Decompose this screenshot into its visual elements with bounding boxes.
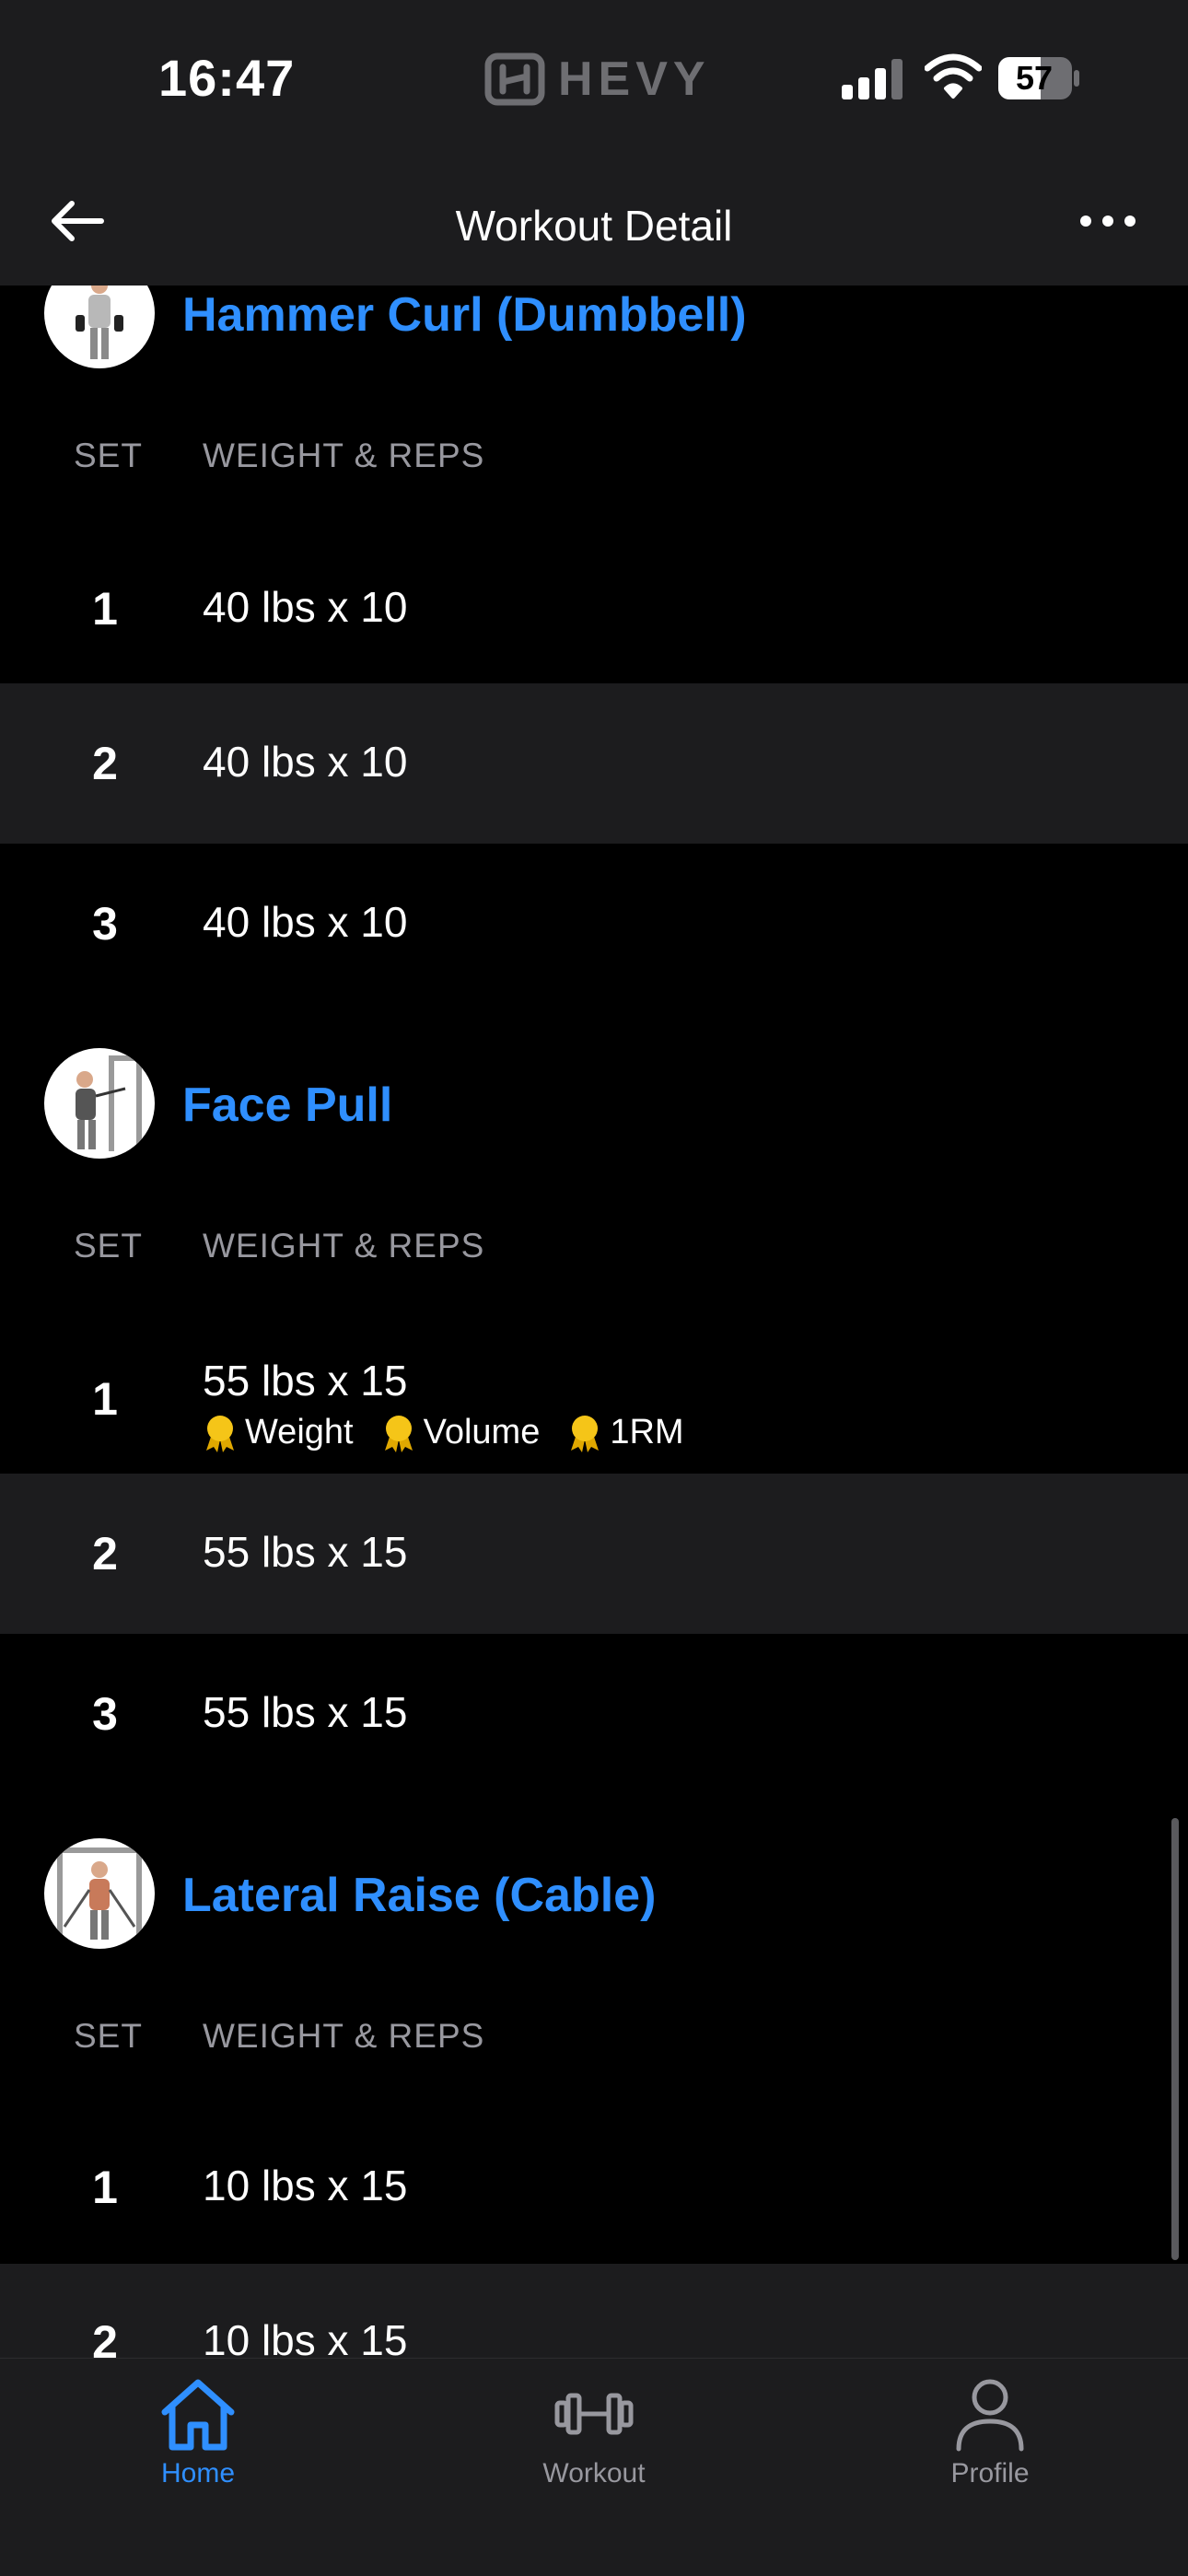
set-weight-reps: 10 lbs x 15 bbox=[203, 2162, 408, 2209]
set-weight-reps: 55 lbs x 15 bbox=[203, 1528, 408, 1576]
exercise-header[interactable]: Hammer Curl (Dumbbell) bbox=[44, 286, 1149, 368]
set-weight-reps: 40 lbs x 10 bbox=[203, 898, 408, 946]
exercise-thumbnail bbox=[44, 1838, 155, 1949]
set-row: 3 55 lbs x 15 bbox=[0, 1634, 1188, 1794]
person-icon bbox=[956, 2379, 1024, 2452]
brand-logo: HEVY bbox=[484, 52, 711, 107]
face-pull-illustration-icon bbox=[76, 1055, 142, 1151]
medal-icon bbox=[384, 1415, 413, 1452]
brand-name: HEVY bbox=[558, 52, 711, 106]
set-weight-reps: 55 lbs x 15 bbox=[203, 1357, 408, 1405]
exercise-name[interactable]: Hammer Curl (Dumbbell) bbox=[182, 287, 747, 343]
scrollbar[interactable] bbox=[1171, 1818, 1179, 2260]
set-row: 3 40 lbs x 10 bbox=[0, 844, 1188, 1004]
exercise-header[interactable]: Face Pull bbox=[44, 1048, 1149, 1159]
exercise-header[interactable]: Lateral Raise (Cable) bbox=[44, 1838, 1149, 1949]
set-column-label: SET bbox=[74, 437, 143, 474]
set-number: 1 bbox=[92, 2162, 118, 2213]
tab-label: Profile bbox=[950, 2458, 1030, 2489]
set-weight-reps: 40 lbs x 10 bbox=[203, 583, 408, 631]
medal-icon bbox=[206, 1415, 234, 1452]
dumbbell-icon bbox=[554, 2393, 634, 2435]
medal-icon bbox=[571, 1415, 600, 1452]
workout-detail-list[interactable]: Hammer Curl (Dumbbell) SET WEIGHT & REPS… bbox=[0, 286, 1188, 2358]
column-headers: SET WEIGHT & REPS bbox=[0, 437, 1188, 492]
tab-workout[interactable]: Workout bbox=[479, 2375, 709, 2513]
status-bar: 16:47 HEVY 57 bbox=[0, 0, 1188, 158]
set-weight-reps: 40 lbs x 10 bbox=[203, 738, 408, 786]
set-weight-reps: 10 lbs x 15 bbox=[203, 2316, 408, 2358]
more-horizontal-icon bbox=[1080, 216, 1136, 227]
set-number: 1 bbox=[92, 583, 118, 635]
wifi-icon bbox=[925, 53, 982, 99]
set-weight-reps: 55 lbs x 15 bbox=[203, 1688, 408, 1736]
set-row: 2 10 lbs x 15 bbox=[0, 2264, 1188, 2358]
hevy-logo-icon bbox=[484, 52, 545, 106]
set-column-label: SET bbox=[74, 2017, 143, 2055]
pr-label: Weight bbox=[245, 1413, 354, 1451]
battery-indicator: 57 bbox=[996, 55, 1081, 101]
status-time: 16:47 bbox=[158, 49, 296, 107]
set-row: 2 40 lbs x 10 bbox=[0, 683, 1188, 844]
column-headers: SET WEIGHT & REPS bbox=[0, 1227, 1188, 1282]
set-number: 2 bbox=[92, 738, 118, 789]
tab-profile[interactable]: Profile bbox=[875, 2375, 1105, 2513]
pr-label: Volume bbox=[423, 1413, 541, 1451]
personal-records: Weight Volume 1RM bbox=[203, 1413, 684, 1452]
tab-label: Workout bbox=[542, 2458, 646, 2489]
nav-header: Workout Detail bbox=[0, 158, 1188, 286]
weight-reps-column-label: WEIGHT & REPS bbox=[203, 437, 485, 474]
lateral-raise-illustration-icon bbox=[57, 1847, 142, 1940]
hammer-curl-illustration-icon bbox=[76, 286, 123, 359]
exercise-thumbnail bbox=[44, 286, 155, 368]
more-options-button[interactable] bbox=[1076, 195, 1140, 247]
exercise-thumbnail bbox=[44, 1048, 155, 1159]
set-column-label: SET bbox=[74, 1227, 143, 1265]
pr-badge: 1RM bbox=[567, 1413, 684, 1452]
battery-percent: 57 bbox=[1015, 59, 1054, 97]
set-number: 3 bbox=[92, 898, 118, 950]
set-number: 2 bbox=[92, 2316, 118, 2358]
set-row: 1 55 lbs x 15 Weight Volume 1RM bbox=[0, 1315, 1188, 1475]
home-icon bbox=[161, 2379, 235, 2451]
set-row: 1 10 lbs x 15 bbox=[0, 2105, 1188, 2266]
tab-home[interactable]: Home bbox=[83, 2375, 313, 2513]
weight-reps-column-label: WEIGHT & REPS bbox=[203, 1227, 485, 1265]
set-row: 1 40 lbs x 10 bbox=[0, 527, 1188, 687]
set-number: 2 bbox=[92, 1528, 118, 1579]
set-row: 2 55 lbs x 15 bbox=[0, 1474, 1188, 1634]
cellular-signal-icon bbox=[842, 59, 903, 99]
pr-label: 1RM bbox=[610, 1413, 684, 1451]
exercise-name[interactable]: Face Pull bbox=[182, 1078, 392, 1133]
pr-badge: Volume bbox=[381, 1413, 541, 1452]
exercise-name[interactable]: Lateral Raise (Cable) bbox=[182, 1868, 656, 1923]
tab-label: Home bbox=[160, 2458, 236, 2489]
tab-bar: Home Workout Profile bbox=[0, 2358, 1188, 2576]
set-number: 3 bbox=[92, 1688, 118, 1740]
pr-badge: Weight bbox=[203, 1413, 354, 1452]
set-number: 1 bbox=[92, 1373, 118, 1425]
column-headers: SET WEIGHT & REPS bbox=[0, 2017, 1188, 2072]
page-title: Workout Detail bbox=[455, 202, 733, 250]
weight-reps-column-label: WEIGHT & REPS bbox=[203, 2017, 485, 2055]
